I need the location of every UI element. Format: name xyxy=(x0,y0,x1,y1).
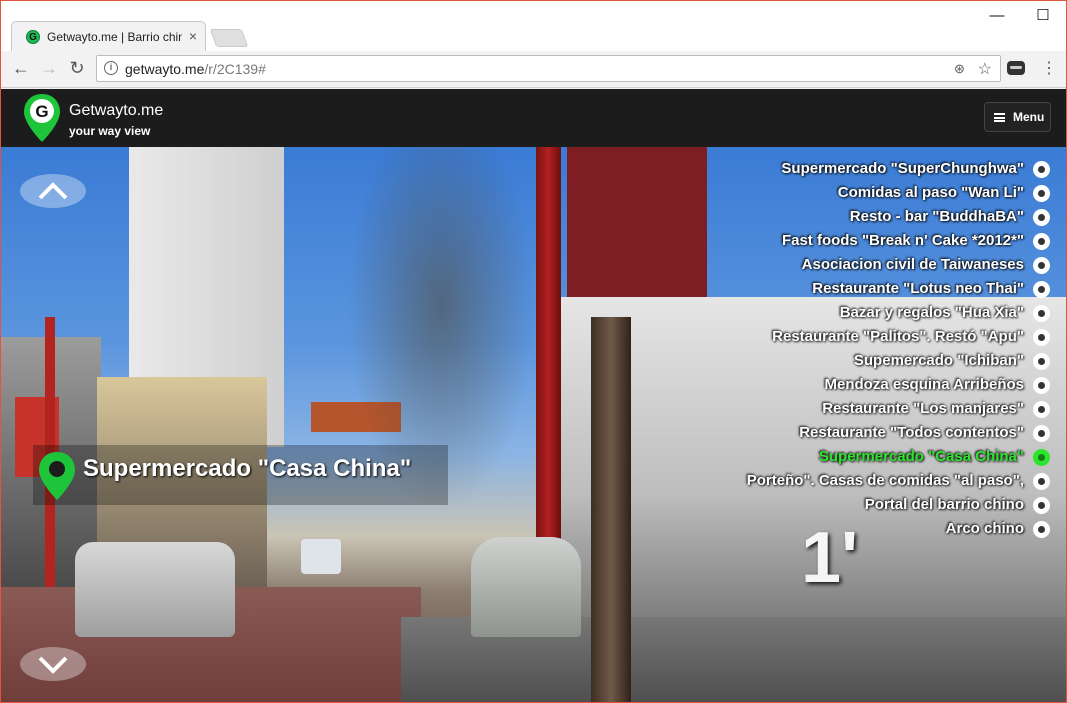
hamburger-icon xyxy=(994,113,1005,122)
poi-item[interactable]: Restaurante "Lotus neo Thai" xyxy=(732,277,1052,301)
poi-item[interactable]: Arco chino xyxy=(732,517,1052,541)
reload-icon[interactable]: ↻ xyxy=(65,58,89,79)
poi-marker-icon[interactable] xyxy=(1033,377,1050,394)
poi-label: Supermercado "SuperChunghwa" xyxy=(781,160,1024,177)
chevron-down-icon xyxy=(38,656,68,674)
chevron-up-icon xyxy=(38,182,68,200)
site-tagline: your way view xyxy=(69,124,151,138)
poi-item[interactable]: Restaurante "Todos contentos" xyxy=(732,421,1052,445)
poi-item[interactable]: Supermercado "Casa China" xyxy=(732,445,1052,469)
poi-item[interactable]: Portal del barrio chino xyxy=(732,493,1052,517)
poi-label: Bazar y regalos "Hua Xia" xyxy=(839,304,1024,321)
poi-item[interactable]: Bazar y regalos "Hua Xia" xyxy=(732,301,1052,325)
poi-label: Fast foods "Break n' Cake *2012*" xyxy=(781,232,1024,249)
poi-item[interactable]: Restaurante "Palitos". Restó "Apu" xyxy=(732,325,1052,349)
poi-label: Asociacion civil de Taiwaneses xyxy=(801,256,1024,273)
logo-pin-icon[interactable]: G xyxy=(23,93,61,143)
svg-text:G: G xyxy=(35,102,48,121)
poi-item[interactable]: Porteño". Casas de comidas "al paso", xyxy=(732,469,1052,493)
poi-marker-icon[interactable] xyxy=(1033,281,1050,298)
red-banner xyxy=(567,147,707,297)
street-view-panorama[interactable]: Supermercado "Casa China" Supermercado "… xyxy=(1,147,1066,702)
forward-arrow-icon[interactable]: → xyxy=(37,58,61,79)
tab-close-icon[interactable]: × xyxy=(189,28,197,44)
poi-label: Supemercado "Ichiban" xyxy=(853,352,1024,369)
time-marker: 1' xyxy=(801,518,859,598)
poi-label: Porteño". Casas de comidas "al paso", xyxy=(746,472,1024,489)
look-down-button[interactable] xyxy=(20,647,86,681)
tab-title: Getwayto.me | Barrio chino xyxy=(47,30,182,44)
url-text: getwayto.me/r/2C139# xyxy=(125,61,266,77)
poi-marker-icon[interactable] xyxy=(1033,401,1050,418)
poi-label: Restaurante "Palitos". Restó "Apu" xyxy=(772,328,1024,345)
poi-marker-icon[interactable] xyxy=(1033,521,1050,538)
poi-marker-icon[interactable] xyxy=(1033,233,1050,250)
browser-toolbar: ← → ↻ i getwayto.me/r/2C139# ⊛ ☆ ⋮ xyxy=(1,51,1066,88)
poi-marker-icon[interactable] xyxy=(1033,425,1050,442)
points-of-interest-list: Supermercado "SuperChunghwa" Comidas al p… xyxy=(732,157,1052,541)
getwayto-favicon-icon: G xyxy=(26,30,40,44)
poi-label: Mendoza esquina Arribeños xyxy=(824,376,1024,393)
poi-item[interactable]: Supemercado "Ichiban" xyxy=(732,349,1052,373)
poi-item[interactable]: Supermercado "SuperChunghwa" xyxy=(732,157,1052,181)
poi-label: Resto - bar "BuddhaBA" xyxy=(849,208,1024,225)
poi-item[interactable]: Resto - bar "BuddhaBA" xyxy=(732,205,1052,229)
location-pin-icon xyxy=(39,452,75,500)
poi-marker-icon[interactable] xyxy=(1033,185,1050,202)
poi-label: Restaurante "Todos contentos" xyxy=(799,424,1024,441)
poi-label: Supermercado "Casa China" xyxy=(818,448,1024,465)
site-header: G Getwayto.me your way view Menu xyxy=(1,89,1066,147)
maximize-button[interactable]: ☐ xyxy=(1020,6,1066,24)
poi-label: Restaurante "Los manjares" xyxy=(822,400,1024,417)
bookmark-star-icon[interactable]: ☆ xyxy=(978,59,992,79)
poi-label: Portal del barrio chino xyxy=(864,496,1024,513)
site-info-icon[interactable]: i xyxy=(104,61,118,75)
silver-car xyxy=(75,542,235,637)
poi-item[interactable]: Asociacion civil de Taiwaneses xyxy=(732,253,1052,277)
address-bar[interactable]: i getwayto.me/r/2C139# ⊛ ☆ xyxy=(96,55,1001,82)
site-brand[interactable]: Getwayto.me xyxy=(69,102,163,120)
browser-tab[interactable]: G Getwayto.me | Barrio chino × xyxy=(11,21,206,51)
tree-trunk xyxy=(591,317,631,702)
new-tab-button[interactable] xyxy=(209,29,249,47)
extension-mask-icon[interactable] xyxy=(1007,61,1025,75)
poi-marker-icon[interactable] xyxy=(1033,473,1050,490)
poi-marker-icon[interactable] xyxy=(1033,497,1050,514)
poi-marker-icon[interactable] xyxy=(1033,257,1050,274)
poi-marker-icon[interactable] xyxy=(1033,161,1050,178)
poi-marker-icon[interactable] xyxy=(1033,449,1050,466)
poi-label: Comidas al paso "Wan Li" xyxy=(837,184,1024,201)
translate-icon[interactable]: ⊛ xyxy=(954,61,970,77)
current-place-name: Supermercado "Casa China" xyxy=(83,455,412,482)
poi-label: Arco chino xyxy=(945,520,1024,537)
poi-item[interactable]: Mendoza esquina Arribeños xyxy=(732,373,1052,397)
menu-button[interactable]: Menu xyxy=(984,102,1051,132)
back-arrow-icon[interactable]: ← xyxy=(9,58,33,79)
poi-marker-icon[interactable] xyxy=(1033,329,1050,346)
poi-label: Restaurante "Lotus neo Thai" xyxy=(812,280,1024,297)
minimize-button[interactable]: — xyxy=(974,7,1020,24)
poi-item[interactable]: Restaurante "Los manjares" xyxy=(732,397,1052,421)
recycling-container xyxy=(471,537,581,637)
poi-marker-icon[interactable] xyxy=(1033,209,1050,226)
browser-window: G Getwayto.me | Barrio chino × — ☐ ← → ↻ xyxy=(0,0,1067,703)
poi-item[interactable]: Comidas al paso "Wan Li" xyxy=(732,181,1052,205)
poi-marker-icon[interactable] xyxy=(1033,353,1050,370)
url-path: /r/2C139# xyxy=(204,61,266,77)
browser-menu-icon[interactable]: ⋮ xyxy=(1041,58,1057,78)
url-host: getwayto.me xyxy=(125,61,205,77)
look-up-button[interactable] xyxy=(20,174,86,208)
title-bar: G Getwayto.me | Barrio chino × — ☐ xyxy=(1,1,1066,51)
current-place-label: Supermercado "Casa China" xyxy=(33,445,448,505)
white-van xyxy=(301,539,341,574)
menu-label: Menu xyxy=(1013,110,1045,124)
poi-marker-icon[interactable] xyxy=(1033,305,1050,322)
poi-item[interactable]: Fast foods "Break n' Cake *2012*" xyxy=(732,229,1052,253)
